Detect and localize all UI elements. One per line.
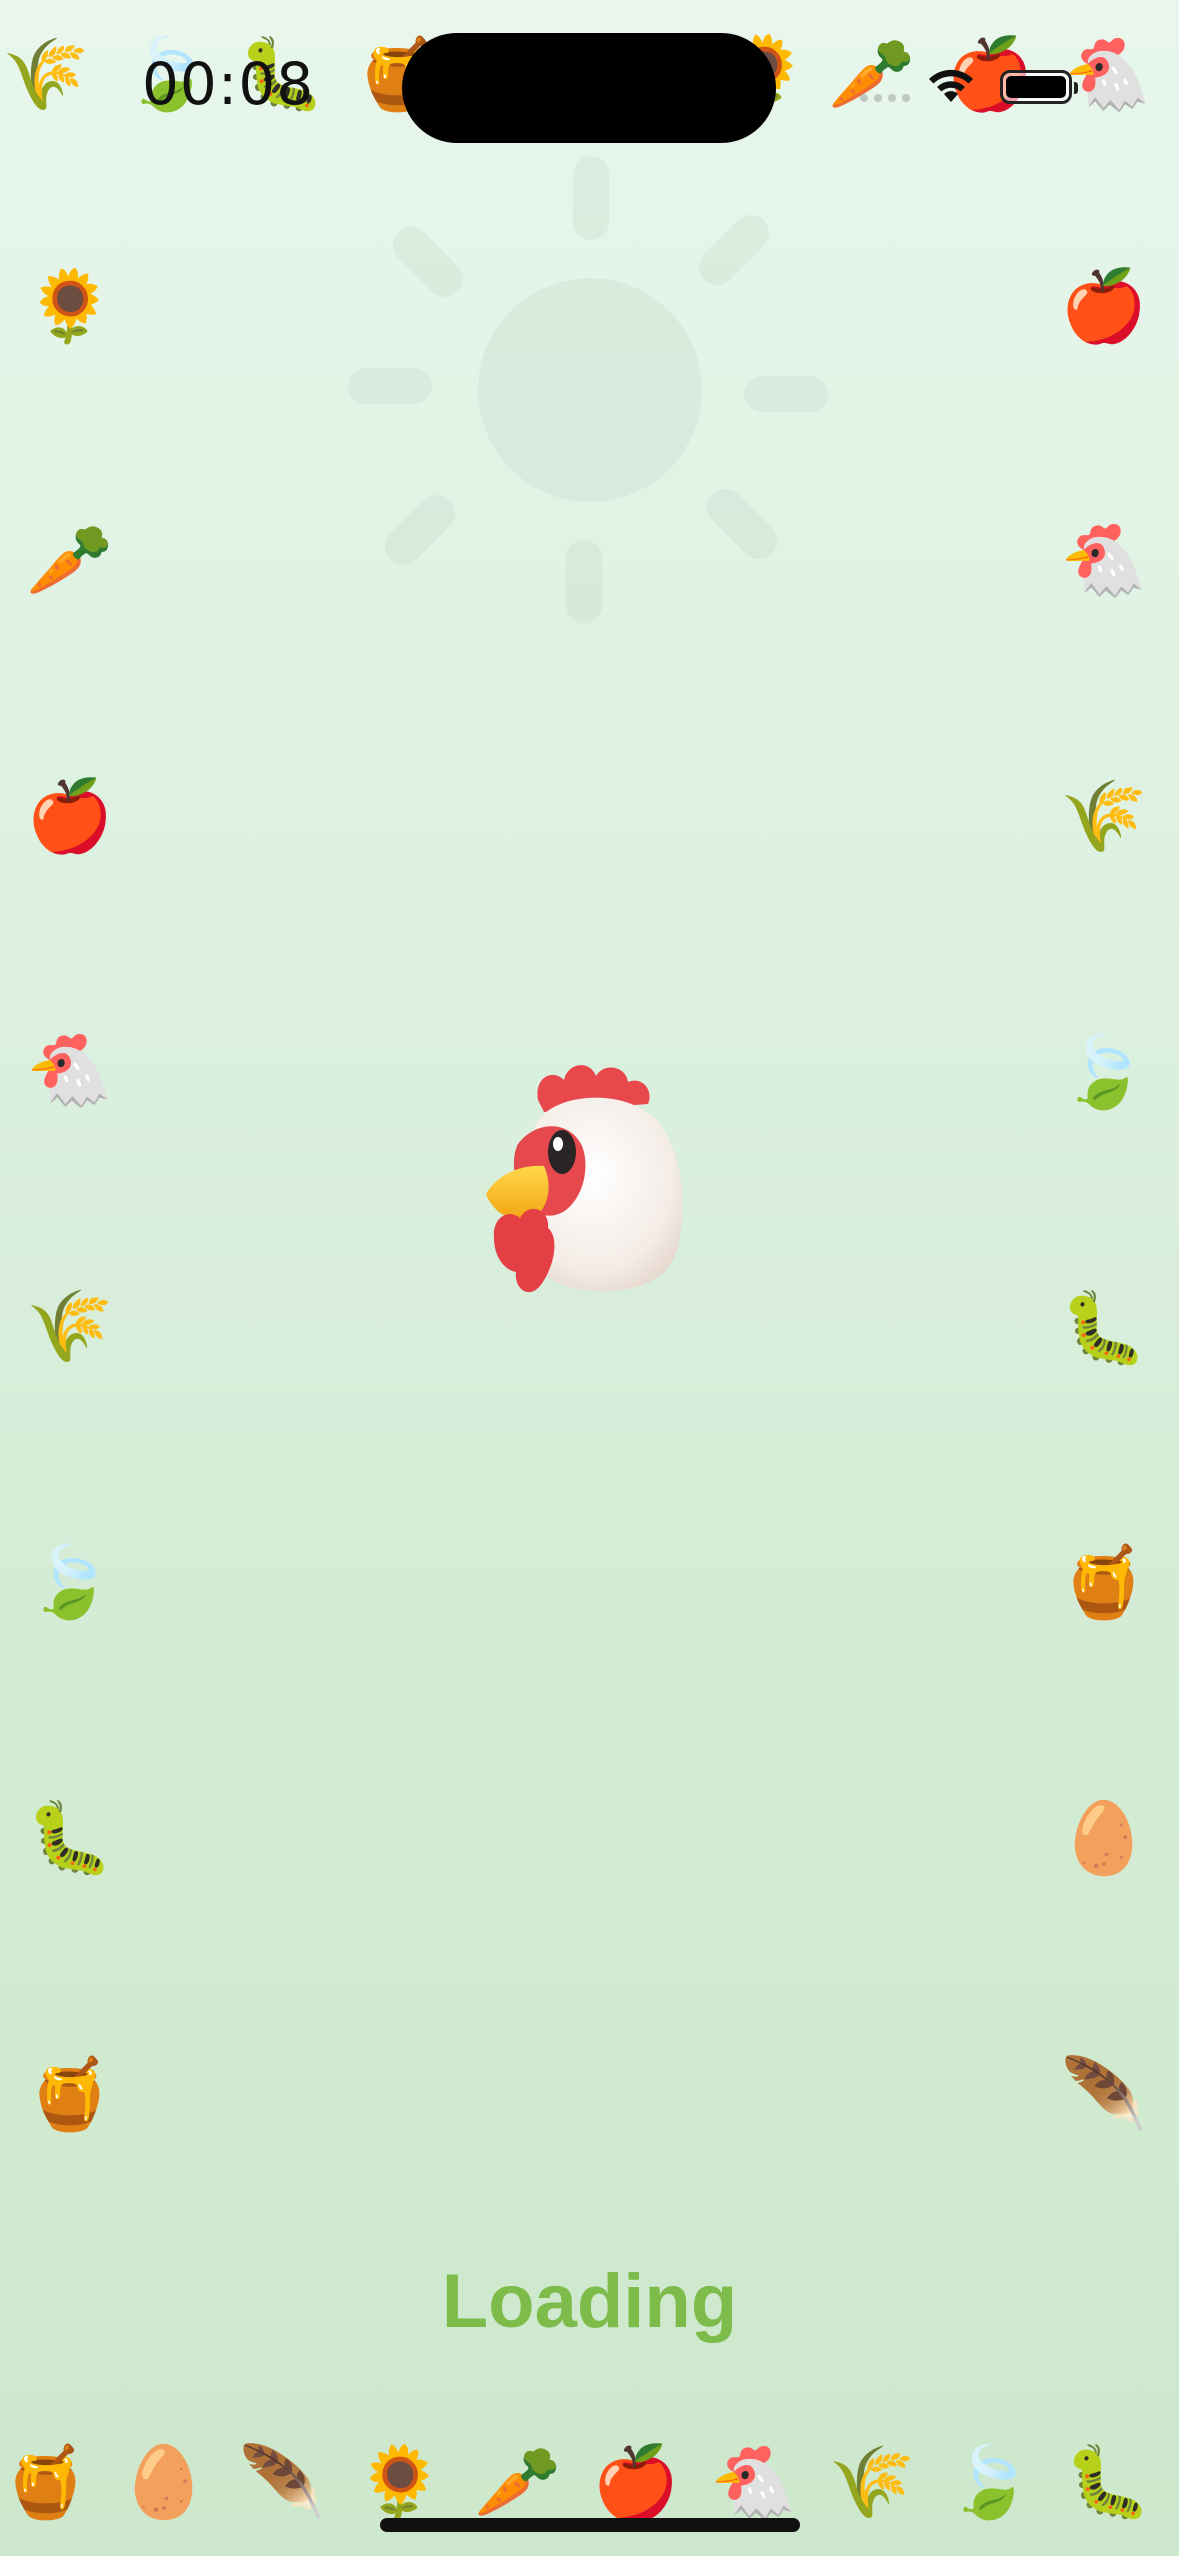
loading-label: Loading — [441, 2259, 738, 2344]
caterpillar-icon: 🐛 — [26, 1797, 114, 1879]
caterpillar-icon: 🐛 — [1060, 1287, 1148, 1369]
feather-icon: 🪶 — [1060, 2053, 1148, 2135]
rice-icon: 🌾 — [828, 2441, 916, 2523]
dynamic-island — [402, 33, 776, 143]
rice-icon: 🌾 — [1060, 775, 1148, 857]
battery-icon — [1000, 70, 1078, 104]
egg-icon: 🥚 — [1060, 1797, 1148, 1879]
leaf-icon: 🍃 — [1060, 1031, 1148, 1113]
rice-icon: 🌾 — [26, 1285, 114, 1367]
feather-icon: 🪶 — [238, 2441, 326, 2523]
sunflower-icon: 🌻 — [26, 265, 114, 347]
leaf-icon: 🍃 — [946, 2441, 1034, 2523]
chicken-icon: 🐔 — [1064, 33, 1152, 115]
apple-icon: 🍎 — [592, 2441, 680, 2523]
chicken-icon: 🐔 — [26, 1029, 114, 1111]
egg-icon: 🥚 — [120, 2441, 208, 2523]
status-time: 00:08 — [142, 50, 315, 118]
carrot-icon: 🥕 — [474, 2441, 562, 2523]
chicken-head-icon — [486, 1065, 683, 1293]
carrot-icon: 🥕 — [828, 33, 916, 115]
apple-icon: 🍎 — [26, 775, 114, 857]
sun-icon — [348, 156, 828, 624]
chicken-icon: 🐔 — [710, 2441, 798, 2523]
honey-icon: 🍯 — [26, 2053, 114, 2135]
loading-screen: 🌾 🍃 🐛 🍯 🌻 🥕 🍎 🐔 🌻 🥕 🍎 🐔 🌾 🍃 🐛 🍯 🍎 🐔 🌾 🍃 … — [0, 0, 1179, 2556]
carrot-icon: 🥕 — [26, 519, 114, 601]
leaf-icon: 🍃 — [26, 1541, 114, 1623]
rice-icon: 🌾 — [2, 33, 90, 115]
caterpillar-icon: 🐛 — [1064, 2441, 1152, 2523]
apple-icon: 🍎 — [1060, 265, 1148, 347]
chicken-icon: 🐔 — [1060, 519, 1148, 601]
honey-icon: 🍯 — [2, 2441, 90, 2523]
home-indicator[interactable] — [380, 2518, 800, 2532]
wifi-icon — [929, 69, 973, 102]
honey-icon: 🍯 — [1060, 1541, 1148, 1623]
sunflower-icon: 🌻 — [356, 2441, 444, 2523]
cellular-signal-icon — [860, 94, 910, 102]
